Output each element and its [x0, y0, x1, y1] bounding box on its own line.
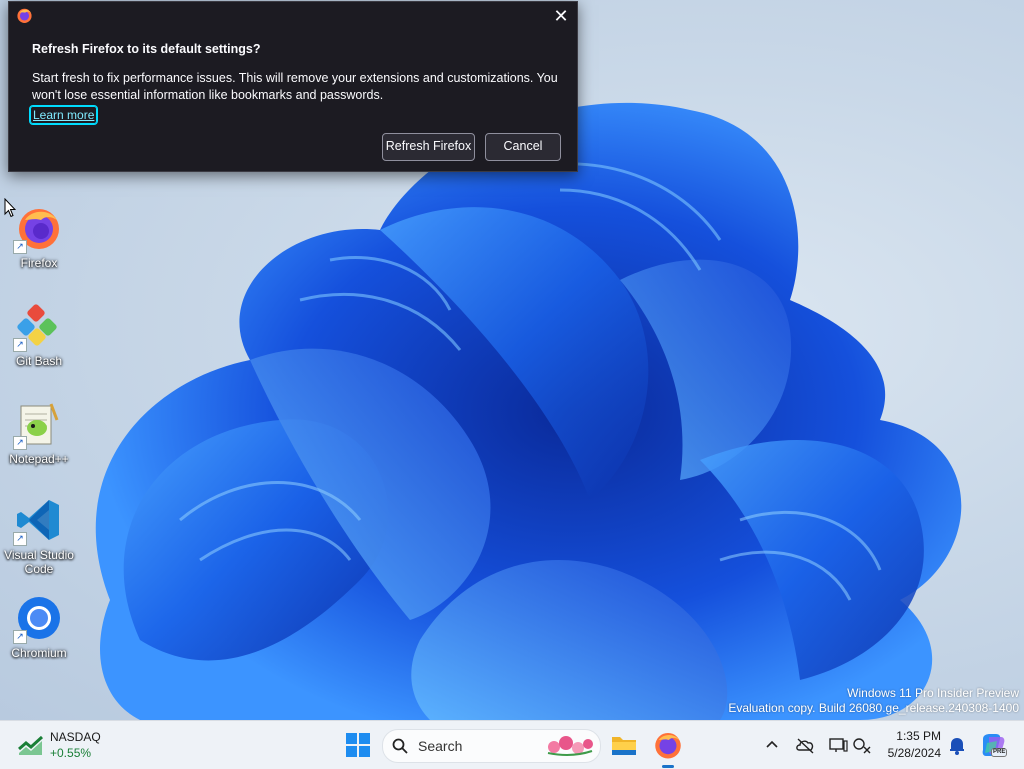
- shortcut-arrow-icon: ↗: [13, 532, 27, 546]
- vscode-icon: ↗: [13, 496, 63, 546]
- desktop-icon-label: Chromium: [11, 646, 67, 660]
- folder-icon: [612, 737, 636, 755]
- watermark-line-2: Evaluation copy. Build 26080.ge_release.…: [728, 701, 1019, 715]
- firefox-icon: ↗: [13, 204, 63, 254]
- firefox-icon: [17, 8, 32, 23]
- chromium-icon: ↗: [13, 594, 63, 644]
- search-label: Search: [418, 738, 463, 754]
- network-icon[interactable]: [850, 733, 874, 757]
- search-icon: [392, 738, 408, 754]
- desktop-icon-chromium[interactable]: ↗ Chromium: [2, 594, 76, 660]
- clock-time: 1:35 PM: [896, 729, 941, 743]
- chevron-up-icon[interactable]: [760, 733, 784, 757]
- shortcut-arrow-icon: ↗: [13, 338, 27, 352]
- taskbar-clock[interactable]: 1:35 PM 5/28/2024: [877, 728, 941, 762]
- desktop-icon-label: Firefox: [20, 256, 58, 270]
- cancel-button[interactable]: Cancel: [485, 133, 561, 161]
- stock-widget[interactable]: NASDAQ +0.55%: [18, 729, 128, 761]
- stock-change: +0.55%: [50, 746, 92, 760]
- desktop-icon-git-bash[interactable]: ↗ Git Bash: [2, 302, 76, 368]
- stock-name: NASDAQ: [50, 730, 101, 744]
- git-bash-icon: ↗: [13, 302, 63, 352]
- cloud-offline-icon[interactable]: [793, 733, 817, 757]
- display-icon[interactable]: [826, 733, 850, 757]
- taskbar: NASDAQ +0.55% Search 1:35 PM 5/28/2024 P…: [0, 720, 1024, 769]
- bell-icon[interactable]: [945, 733, 969, 757]
- clock-date: 5/28/2024: [887, 746, 941, 760]
- shortcut-arrow-icon: ↗: [13, 436, 27, 450]
- firefox-icon: [655, 732, 681, 759]
- start-button[interactable]: [341, 728, 375, 762]
- mouse-cursor-icon: [4, 198, 16, 218]
- copilot-preview-badge: PRE: [991, 748, 1008, 757]
- desktop-icon-label-line1: Visual Studio: [4, 548, 74, 562]
- taskbar-search-box[interactable]: Search: [382, 729, 601, 763]
- windows-logo-icon: [346, 733, 370, 757]
- shortcut-arrow-icon: ↗: [13, 240, 27, 254]
- desktop-icon-vscode[interactable]: ↗ Visual Studio Code: [2, 496, 76, 576]
- dialog-message: Start fresh to fix performance issues. T…: [32, 71, 558, 102]
- search-highlight-flowers-icon: [547, 736, 593, 756]
- refresh-firefox-dialog: ✕ Refresh Firefox to its default setting…: [8, 1, 578, 172]
- copilot-button[interactable]: PRE: [979, 731, 1008, 759]
- desktop-icon-label: Git Bash: [15, 354, 63, 368]
- watermark-line-1: Windows 11 Pro Insider Preview: [847, 686, 1019, 700]
- notepad-plus-plus-icon: ↗: [13, 400, 63, 450]
- evaluation-watermark: Windows 11 Pro Insider Preview Evaluatio…: [728, 686, 1019, 716]
- desktop-icon-notepad-plus-plus[interactable]: ↗ Notepad++: [2, 400, 76, 466]
- stock-trend-icon: [18, 735, 44, 755]
- refresh-firefox-button[interactable]: Refresh Firefox: [382, 133, 475, 161]
- desktop-icon-label-line2: Code: [24, 562, 54, 576]
- file-explorer-button[interactable]: [607, 728, 641, 762]
- firefox-taskbar-button[interactable]: [651, 728, 685, 762]
- desktop-icon-label: Notepad++: [9, 452, 69, 466]
- dialog-title: Refresh Firefox to its default settings?: [32, 42, 261, 56]
- learn-more-link[interactable]: Learn more: [28, 105, 99, 125]
- close-icon[interactable]: ✕: [550, 6, 572, 28]
- shortcut-arrow-icon: ↗: [13, 630, 27, 644]
